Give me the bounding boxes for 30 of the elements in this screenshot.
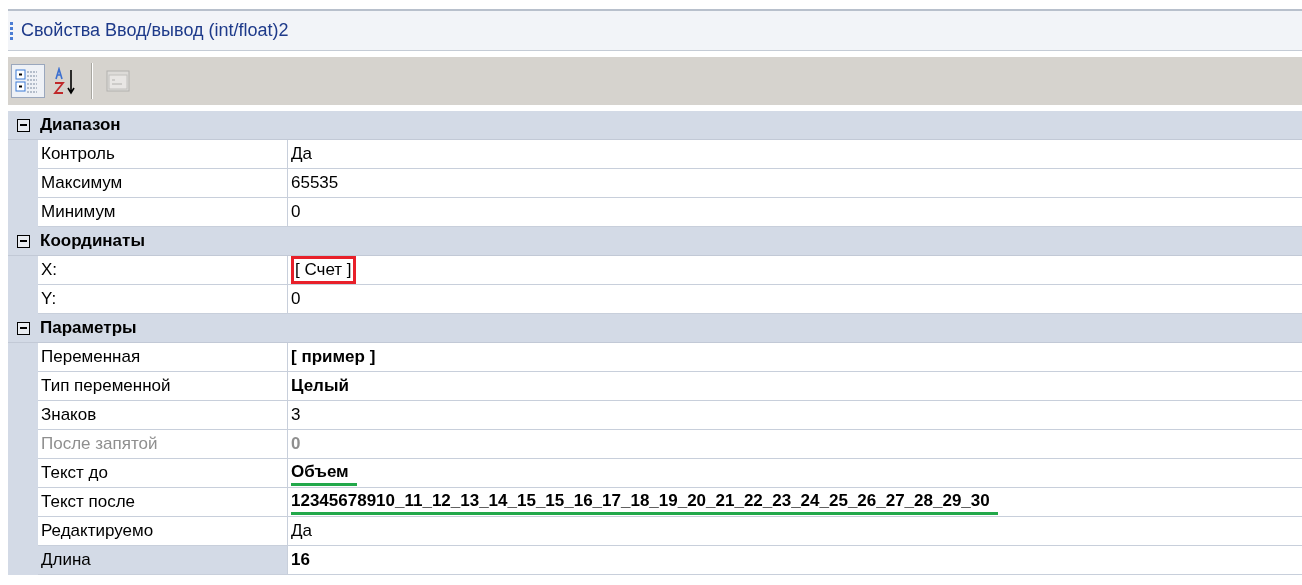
property-value[interactable]: [ Счет ] xyxy=(291,256,356,284)
collapse-toggle-icon[interactable] xyxy=(16,234,30,248)
collapse-toggle-icon[interactable] xyxy=(16,321,30,335)
property-value[interactable]: 16 xyxy=(291,549,310,571)
category-header: Диапазон xyxy=(40,114,121,137)
property-name[interactable]: Текст после xyxy=(38,488,288,517)
property-value[interactable]: Да xyxy=(291,143,312,165)
property-value[interactable]: 3 xyxy=(291,404,301,426)
property-value[interactable]: Да xyxy=(291,520,312,542)
property-value[interactable]: Целый xyxy=(291,375,349,397)
property-name[interactable]: Знаков xyxy=(38,401,288,430)
property-value[interactable]: Объем xyxy=(291,460,357,486)
property-name[interactable]: Редактируемо xyxy=(38,517,288,546)
category-header: Параметры xyxy=(40,317,137,340)
property-name[interactable]: Y: xyxy=(38,285,288,314)
property-name[interactable]: Переменная xyxy=(38,343,288,372)
property-name[interactable]: Длина xyxy=(38,546,288,575)
collapse-toggle-icon[interactable] xyxy=(16,118,30,132)
property-value[interactable]: 65535 xyxy=(291,172,339,194)
category-header: Координаты xyxy=(40,230,145,253)
window-title: Свойства Ввод/вывод (int/float)2 xyxy=(21,19,289,42)
property-value[interactable]: [ пример ] xyxy=(291,346,376,368)
property-name[interactable]: Контроль xyxy=(38,140,288,169)
property-name[interactable]: Минимум xyxy=(38,198,288,227)
property-name[interactable]: X: xyxy=(38,256,288,285)
property-name[interactable]: Текст до xyxy=(38,459,288,488)
property-value[interactable]: 0 xyxy=(291,288,301,310)
property-value[interactable]: 0 xyxy=(291,201,301,223)
property-name[interactable]: Тип переменной xyxy=(38,372,288,401)
property-name[interactable]: Максимум xyxy=(38,169,288,198)
